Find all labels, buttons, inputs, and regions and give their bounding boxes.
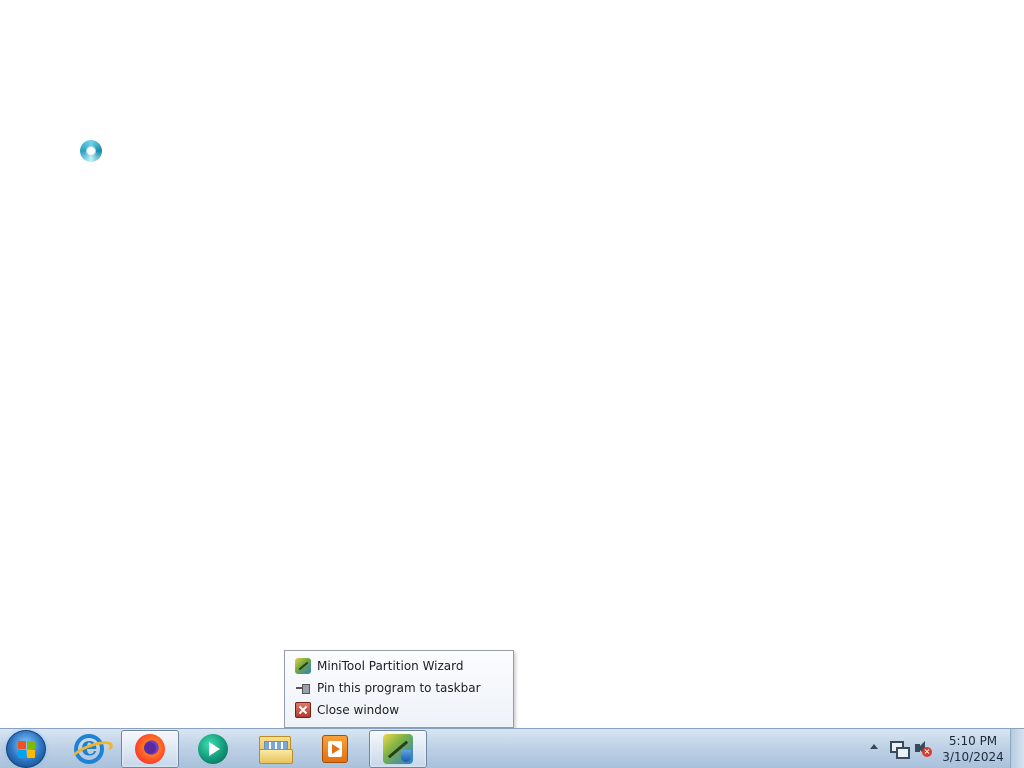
minitool-partition-wizard-icon [383,734,413,764]
system-clock[interactable]: 5:10 PM 3/10/2024 [940,733,1006,765]
jump-list-item-close-window[interactable]: Close window [285,699,513,721]
show-hidden-icons-arrow-icon[interactable] [870,744,878,749]
jump-list-item-pin-to-taskbar[interactable]: Pin this program to taskbar [285,677,513,699]
taskbar-button-firefox[interactable] [121,730,179,768]
internet-explorer-icon [74,732,104,764]
taskbar-button-minitool-partition-wizard[interactable] [369,730,427,768]
clock-date: 3/10/2024 [942,750,1004,764]
mute-badge-icon: × [922,747,932,757]
folder-icon [259,736,293,764]
media-center-icon [198,734,228,764]
show-desktop-button[interactable] [1010,729,1024,768]
jump-list-item-label: Pin this program to taskbar [317,681,481,695]
jump-list-item-label: MiniTool Partition Wizard [317,659,464,673]
windows-logo-icon [18,741,36,759]
jump-list-item-open-app[interactable]: MiniTool Partition Wizard [285,655,513,677]
start-button[interactable] [6,730,46,768]
firefox-icon [135,734,165,764]
taskbar-button-media-center[interactable] [184,730,242,768]
taskbar: × 5:10 PM 3/10/2024 [0,728,1024,768]
taskbar-button-media-player[interactable] [306,730,364,768]
close-window-icon [295,702,311,718]
clock-time: 5:10 PM [948,734,998,748]
network-icon[interactable] [890,741,910,759]
pin-icon [295,680,311,696]
jump-list-item-label: Close window [317,703,400,717]
taskbar-jump-list: MiniTool Partition Wizard Pin this progr… [284,650,514,728]
busy-cursor-icon [80,140,102,162]
taskbar-button-internet-explorer[interactable] [60,730,118,768]
media-player-icon [322,735,348,763]
taskbar-button-windows-explorer[interactable] [246,730,304,768]
minitool-partition-wizard-icon [295,658,311,674]
